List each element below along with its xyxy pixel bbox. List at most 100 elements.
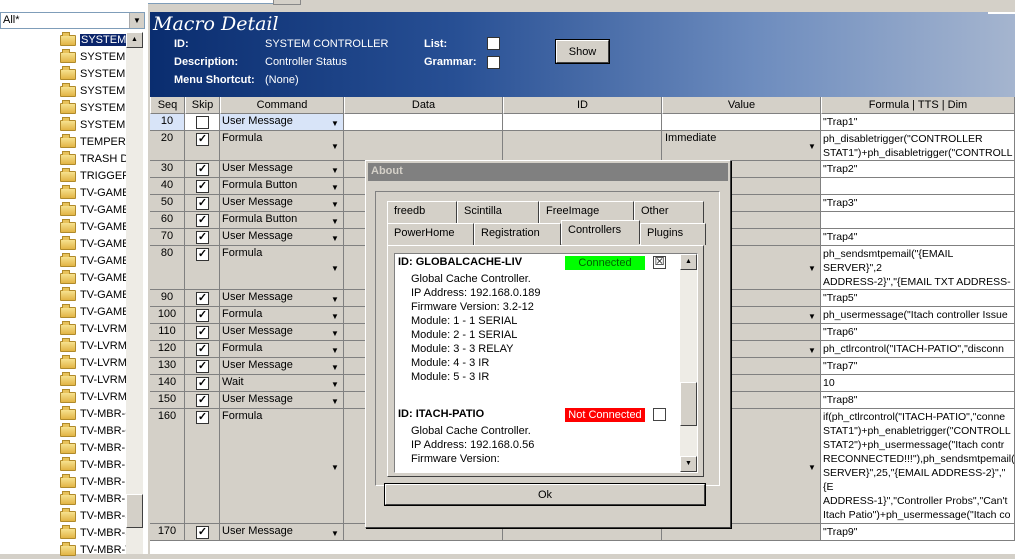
command-cell[interactable]: User Message ▼: [220, 524, 344, 541]
scroll-up-icon[interactable]: ▲: [126, 32, 143, 48]
tree-item[interactable]: TV-GAME: [58, 202, 126, 219]
skip-checkbox[interactable]: [196, 116, 209, 129]
command-cell[interactable]: User Message ▼: [220, 161, 344, 178]
chevron-down-icon[interactable]: ▼: [805, 461, 819, 474]
skip-checkbox[interactable]: ✓: [196, 292, 209, 305]
formula-cell[interactable]: if(ph_ctlrcontrol("ITACH-PATIO","conne S…: [821, 409, 1015, 524]
chevron-down-icon[interactable]: ▼: [328, 395, 342, 408]
chevron-down-icon[interactable]: ▼: [328, 527, 342, 540]
tree-item[interactable]: SYSTEM S: [58, 117, 126, 134]
seq-cell[interactable]: 100: [150, 307, 185, 324]
command-cell[interactable]: User Message ▼: [220, 392, 344, 409]
grammar-checkbox[interactable]: [487, 56, 500, 69]
data-cell[interactable]: [344, 114, 503, 131]
tree-scrollbar[interactable]: ▲: [126, 32, 143, 554]
tree-item[interactable]: SYSTEM C: [58, 32, 126, 49]
command-cell[interactable]: Wait ▼: [220, 375, 344, 392]
seq-cell[interactable]: 150: [150, 392, 185, 409]
seq-cell[interactable]: 140: [150, 375, 185, 392]
chevron-down-icon[interactable]: ▼: [328, 117, 342, 130]
chevron-down-icon[interactable]: ▼: [328, 164, 342, 177]
chevron-down-icon[interactable]: ▼: [328, 215, 342, 228]
formula-cell[interactable]: "Trap1": [821, 114, 1015, 131]
tree-item[interactable]: SYSTEM S: [58, 83, 126, 100]
chevron-down-icon[interactable]: ▼: [328, 293, 342, 306]
chevron-down-icon[interactable]: ▼: [328, 344, 342, 357]
formula-cell[interactable]: "Trap9": [821, 524, 1015, 541]
tree-item[interactable]: TV-LVRM-: [58, 389, 126, 406]
tree-item[interactable]: TV-MBR-F: [58, 440, 126, 457]
tree-item[interactable]: TEMPERA: [58, 134, 126, 151]
seq-cell[interactable]: 10: [150, 114, 185, 131]
tab-scintilla[interactable]: Scintilla: [457, 201, 539, 223]
skip-checkbox[interactable]: ✓: [196, 411, 209, 424]
tree-item[interactable]: TV-MBR-S: [58, 525, 126, 542]
tree-item[interactable]: TRIGGER-: [58, 168, 126, 185]
data-cell[interactable]: [344, 131, 503, 161]
command-cell[interactable]: Formula ▼: [220, 131, 344, 161]
command-cell[interactable]: User Message ▼: [220, 114, 344, 131]
tree-item[interactable]: TV-LVRM-: [58, 355, 126, 372]
tab-registration[interactable]: Registration: [474, 223, 561, 245]
formula-cell[interactable]: "Trap4": [821, 229, 1015, 246]
chevron-down-icon[interactable]: ▼: [328, 310, 342, 323]
command-cell[interactable]: Formula ▼: [220, 409, 344, 524]
formula-cell[interactable]: "Trap7": [821, 358, 1015, 375]
seq-cell[interactable]: 50: [150, 195, 185, 212]
tree-item[interactable]: TV-GAME: [58, 219, 126, 236]
seq-cell[interactable]: 160: [150, 409, 185, 524]
command-cell[interactable]: User Message ▼: [220, 229, 344, 246]
controller-checkbox[interactable]: [653, 408, 666, 421]
formula-cell[interactable]: ph_sendsmtpemail("{EMAIL SERVER}",2 ADDR…: [821, 246, 1015, 290]
skip-checkbox[interactable]: ✓: [196, 326, 209, 339]
chevron-down-icon[interactable]: ▼: [328, 327, 342, 340]
show-button[interactable]: Show: [556, 40, 609, 63]
table-row[interactable]: 20 ✓ Formula ▼ Immediate ▼ ph_disabletrigger("…: [150, 131, 1015, 161]
tree-item[interactable]: SYSTEM S: [58, 49, 126, 66]
command-cell[interactable]: Formula Button ▼: [220, 212, 344, 229]
tab-powerhome[interactable]: PowerHome: [387, 223, 474, 245]
skip-checkbox[interactable]: ✓: [196, 133, 209, 146]
formula-cell[interactable]: "Trap2": [821, 161, 1015, 178]
col-header-command[interactable]: Command: [220, 97, 344, 114]
seq-cell[interactable]: 110: [150, 324, 185, 341]
tree-item[interactable]: TV-MBR-T: [58, 542, 126, 559]
command-cell[interactable]: Formula ▼: [220, 307, 344, 324]
chevron-down-icon[interactable]: ▼: [805, 262, 819, 275]
tree-item[interactable]: TV-LVRM-: [58, 321, 126, 338]
tree-item[interactable]: TV-MBR-F: [58, 474, 126, 491]
tree-item[interactable]: TV-MBR-S: [58, 508, 126, 525]
tree-item[interactable]: TV-GAME: [58, 287, 126, 304]
formula-cell[interactable]: [821, 178, 1015, 195]
table-row[interactable]: 10 User Message ▼ "Trap1": [150, 114, 1015, 131]
command-cell[interactable]: User Message ▼: [220, 324, 344, 341]
tree-item[interactable]: TV-MBR-C: [58, 423, 126, 440]
seq-cell[interactable]: 120: [150, 341, 185, 358]
skip-checkbox[interactable]: ✓: [196, 248, 209, 261]
tree-item[interactable]: TV-MBR-F: [58, 457, 126, 474]
formula-cell[interactable]: "Trap8": [821, 392, 1015, 409]
seq-cell[interactable]: 60: [150, 212, 185, 229]
chevron-down-icon[interactable]: ▼: [328, 140, 342, 153]
tree-item[interactable]: TV-GAME: [58, 236, 126, 253]
skip-checkbox[interactable]: ✓: [196, 343, 209, 356]
id-cell[interactable]: [503, 114, 662, 131]
formula-cell[interactable]: ph_ctlrcontrol("ITACH-PATIO","disconn: [821, 341, 1015, 358]
tree-item[interactable]: TV-GAME: [58, 185, 126, 202]
seq-cell[interactable]: 40: [150, 178, 185, 195]
command-cell[interactable]: User Message ▼: [220, 290, 344, 307]
formula-cell[interactable]: ph_usermessage("Itach controller Issue: [821, 307, 1015, 324]
command-cell[interactable]: User Message ▼: [220, 358, 344, 375]
tree-item[interactable]: TV-LVRM-: [58, 372, 126, 389]
ok-button[interactable]: Ok: [385, 484, 705, 505]
skip-checkbox[interactable]: ✓: [196, 231, 209, 244]
formula-cell[interactable]: 10: [821, 375, 1015, 392]
chevron-down-icon[interactable]: ▼: [328, 361, 342, 374]
list-checkbox[interactable]: [487, 37, 500, 50]
skip-checkbox[interactable]: ✓: [196, 394, 209, 407]
chevron-down-icon[interactable]: ▼: [328, 198, 342, 211]
chevron-down-icon[interactable]: ▼: [328, 262, 342, 275]
tree-item[interactable]: TV-MBR-C: [58, 406, 126, 423]
chevron-down-icon[interactable]: ▼: [129, 13, 144, 28]
command-cell[interactable]: Formula ▼: [220, 246, 344, 290]
